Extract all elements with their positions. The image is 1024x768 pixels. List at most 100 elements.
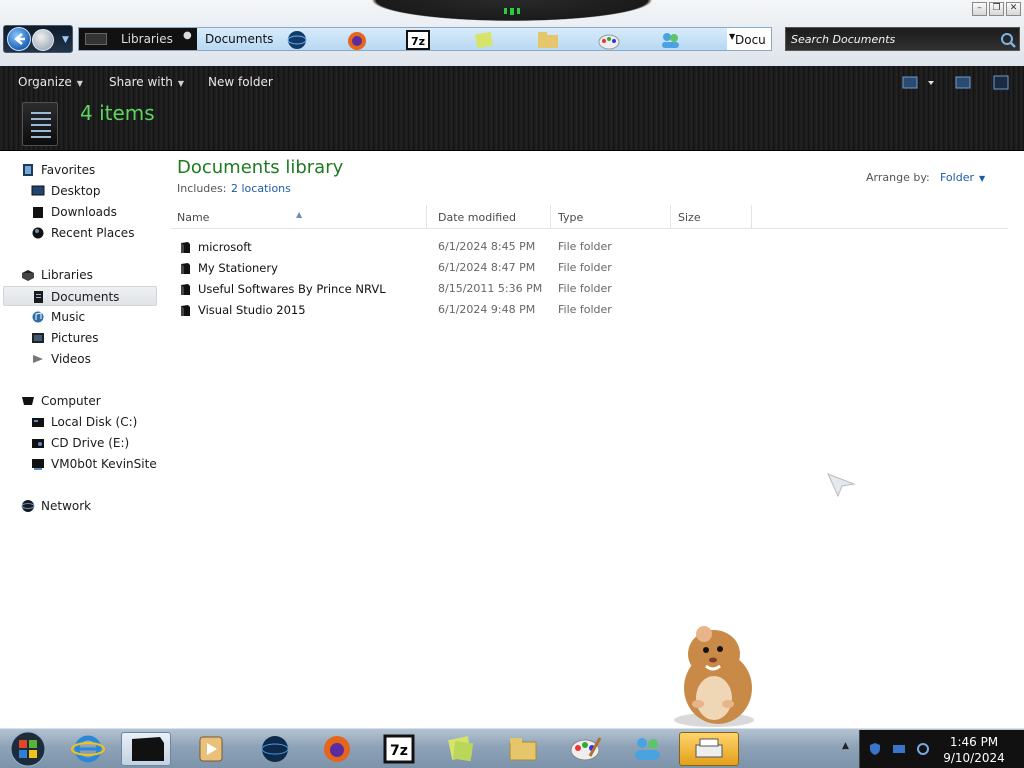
column-header-name[interactable]: Name ▲ bbox=[171, 205, 427, 229]
file-type: File folder bbox=[558, 240, 612, 253]
organize-label: Organize bbox=[18, 75, 72, 89]
printer-taskbar-button[interactable] bbox=[679, 732, 739, 766]
show-hidden-icons-button[interactable]: ▲ bbox=[842, 741, 849, 751]
documents-library-icon bbox=[22, 102, 58, 146]
arrange-by-dropdown[interactable]: Folder ▼ bbox=[940, 171, 985, 184]
close-button[interactable]: ✕ bbox=[1006, 2, 1021, 16]
search-icon[interactable] bbox=[999, 31, 1017, 49]
address-field[interactable]: ▼ Docu bbox=[727, 28, 771, 50]
libraries-icon bbox=[22, 270, 34, 281]
file-date: 6/1/2024 8:47 PM bbox=[438, 261, 536, 274]
globe-icon[interactable] bbox=[250, 732, 300, 766]
column-header-type[interactable]: Type bbox=[552, 205, 671, 229]
clock-time[interactable]: 1:46 PM bbox=[940, 735, 1008, 749]
nav-item-downloads[interactable]: Downloads bbox=[31, 202, 161, 222]
file-name: Visual Studio 2015 bbox=[198, 303, 306, 317]
firefox-icon bbox=[348, 32, 366, 50]
nav-item-label: Desktop bbox=[51, 184, 101, 198]
internet-explorer-icon[interactable] bbox=[63, 732, 113, 766]
breadcrumb-separator[interactable]: ● bbox=[183, 30, 192, 41]
nav-item-label: Pictures bbox=[51, 331, 99, 345]
firefox-icon[interactable] bbox=[312, 732, 362, 766]
includes-label: Includes: bbox=[177, 182, 227, 195]
breadcrumb-libraries[interactable]: Libraries bbox=[121, 32, 173, 46]
restore-button[interactable]: ❐ bbox=[989, 2, 1004, 16]
back-button[interactable] bbox=[7, 27, 31, 51]
column-header-label: Size bbox=[678, 211, 701, 224]
nav-item-label: Local Disk (C:) bbox=[51, 415, 138, 429]
sticky-notes-icon bbox=[474, 31, 494, 49]
search-box[interactable] bbox=[785, 27, 1020, 51]
folder-icon[interactable] bbox=[498, 732, 548, 766]
search-input[interactable] bbox=[789, 30, 994, 48]
nav-item-music[interactable]: Music bbox=[31, 307, 161, 327]
recent-pages-dropdown[interactable]: ▼ bbox=[62, 35, 69, 45]
file-date: 6/1/2024 8:45 PM bbox=[438, 240, 536, 253]
start-button[interactable] bbox=[4, 730, 48, 768]
view-dropdown-icon[interactable] bbox=[928, 81, 934, 85]
paint-icon[interactable] bbox=[560, 732, 610, 766]
forward-button[interactable] bbox=[32, 29, 54, 51]
file-row[interactable]: Useful Softwares By Prince NRVL 8/15/201… bbox=[171, 279, 771, 300]
network-icon bbox=[21, 500, 35, 512]
nav-item-videos[interactable]: Videos bbox=[31, 349, 161, 369]
item-count: 4 items bbox=[80, 101, 155, 125]
nav-item-documents[interactable]: Documents bbox=[3, 286, 157, 306]
nav-item-label: VM0b0t KevinSite bbox=[51, 457, 157, 471]
nav-item-local-disk[interactable]: Local Disk (C:) bbox=[31, 412, 161, 432]
nav-item-label: Documents bbox=[51, 290, 120, 304]
nav-item-label: Music bbox=[51, 310, 86, 324]
shield-icon[interactable] bbox=[868, 742, 882, 756]
minimize-button[interactable]: – bbox=[972, 2, 987, 16]
file-name: Useful Softwares By Prince NRVL bbox=[198, 282, 386, 296]
recent-places-icon bbox=[32, 227, 44, 239]
notification-area: 1:46 PM 9/10/2024 bbox=[859, 730, 1024, 768]
network-status-icon[interactable] bbox=[892, 742, 906, 756]
preview-pane-icon[interactable] bbox=[955, 76, 971, 89]
change-view-icon[interactable] bbox=[902, 76, 918, 89]
clock-date[interactable]: 9/10/2024 bbox=[940, 751, 1008, 765]
nav-favorites[interactable]: Favorites bbox=[21, 160, 161, 180]
new-folder-button[interactable]: New folder bbox=[208, 75, 273, 89]
folder-icon bbox=[181, 263, 190, 274]
new-folder-label: New folder bbox=[208, 75, 273, 89]
documents-icon bbox=[34, 291, 43, 303]
organize-button[interactable]: Organize ▼ bbox=[18, 75, 83, 89]
nav-item-pictures[interactable]: Pictures bbox=[31, 328, 161, 348]
file-row[interactable]: Visual Studio 2015 6/1/2024 9:48 PM File… bbox=[171, 300, 771, 321]
users-icon[interactable] bbox=[622, 732, 672, 766]
nav-item-label: CD Drive (E:) bbox=[51, 436, 130, 450]
nav-network[interactable]: Network bbox=[21, 496, 161, 516]
sticky-notes-icon[interactable] bbox=[436, 732, 486, 766]
file-row[interactable]: My Stationery 6/1/2024 8:47 PM File fold… bbox=[171, 258, 771, 279]
media-player-icon[interactable] bbox=[186, 732, 236, 766]
nav-item-desktop[interactable]: Desktop bbox=[31, 181, 161, 201]
share-with-button[interactable]: Share with ▼ bbox=[109, 75, 184, 89]
favorites-icon bbox=[23, 164, 33, 176]
notch-light-icon bbox=[504, 8, 520, 15]
windows-explorer-taskbar-button[interactable] bbox=[121, 732, 171, 766]
nav-item-cd-drive[interactable]: CD Drive (E:) bbox=[31, 433, 161, 453]
volume-icon[interactable] bbox=[916, 742, 930, 756]
svg-text:7z: 7z bbox=[411, 35, 425, 48]
mouse-cursor-icon bbox=[827, 473, 856, 498]
nav-item-recent-places[interactable]: Recent Places bbox=[31, 223, 161, 243]
7zip-icon[interactable]: 7z bbox=[374, 732, 424, 766]
nav-libraries[interactable]: Libraries bbox=[21, 265, 161, 285]
file-type: File folder bbox=[558, 261, 612, 274]
computer-icon bbox=[22, 397, 34, 405]
file-list-pane: Documents library Includes: 2 locations … bbox=[166, 151, 1024, 728]
library-title: Documents library bbox=[177, 157, 344, 178]
nav-computer[interactable]: Computer bbox=[21, 391, 161, 411]
column-header-label: Date modified bbox=[438, 211, 516, 224]
back-arrow-icon bbox=[14, 33, 25, 45]
nav-item-network-location[interactable]: VM0b0t KevinSite bbox=[31, 454, 161, 474]
locations-link[interactable]: 2 locations bbox=[231, 182, 291, 195]
column-header-date-modified[interactable]: Date modified bbox=[432, 205, 551, 229]
column-headers: Name ▲ Date modified Type Size bbox=[171, 205, 1008, 229]
breadcrumb-documents[interactable]: Documents bbox=[205, 32, 273, 46]
column-header-size[interactable]: Size bbox=[672, 205, 752, 229]
help-icon[interactable] bbox=[993, 75, 1009, 90]
address-bar[interactable]: Libraries ● Documents 7z ▼ Docu bbox=[78, 27, 772, 51]
file-row[interactable]: microsoft 6/1/2024 8:45 PM File folder bbox=[171, 237, 771, 258]
